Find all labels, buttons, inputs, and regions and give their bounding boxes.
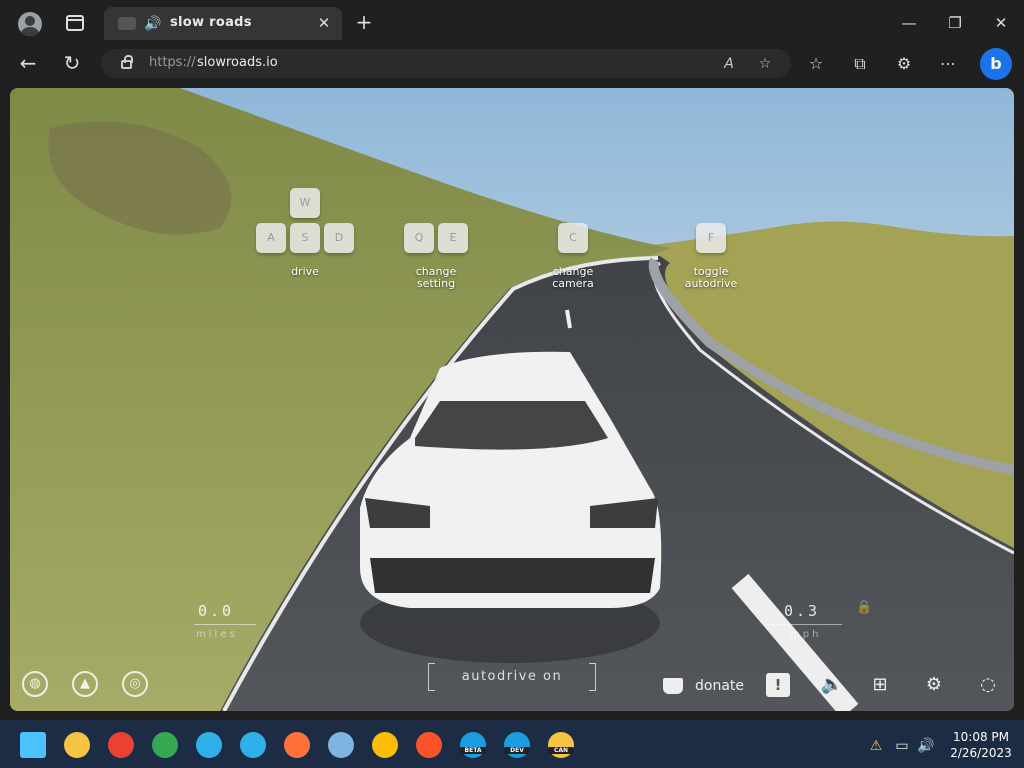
key-s: S: [290, 223, 320, 253]
lock-icon[interactable]: 🔒: [856, 600, 872, 615]
tab-title: slow roads: [170, 15, 252, 30]
star-plus-icon[interactable]: ☆: [755, 54, 775, 74]
speed-value: 0.3: [784, 602, 821, 620]
chrome-icon[interactable]: [372, 732, 398, 758]
back-arrow-icon[interactable]: ←: [16, 51, 40, 75]
app-badge: DEV: [504, 747, 530, 754]
firefox-icon[interactable]: [284, 732, 310, 758]
key-e: E: [438, 223, 468, 253]
key-a: A: [256, 223, 286, 253]
autodrive-status: autodrive on: [428, 663, 596, 691]
speed-unit: mph: [790, 629, 822, 640]
tab-slow-roads[interactable]: 🔊 slow roads ✕: [104, 7, 342, 40]
steering-wheel-icon[interactable]: ◎: [122, 671, 148, 697]
distance-divider: [194, 624, 256, 625]
edge-icon[interactable]: [240, 732, 266, 758]
network-icon[interactable]: ▭: [892, 736, 912, 756]
tab-bar: 🔊 slow roads ✕ + — ❐ ✕: [0, 0, 1024, 46]
fingerprint-icon[interactable]: ◌: [976, 673, 1000, 697]
close-icon[interactable]: ✕: [314, 13, 334, 33]
url-protocol: https://: [149, 55, 196, 70]
close-window-icon[interactable]: ✕: [989, 12, 1013, 34]
profile-icon[interactable]: [18, 12, 42, 36]
browser-chrome: 🔊 slow roads ✕ + — ❐ ✕ ← ↻ https:// slow…: [0, 0, 1024, 88]
clock-time: 10:08 PM: [953, 730, 1009, 744]
edge-canary-icon[interactable]: CAN: [548, 732, 574, 758]
minimize-icon[interactable]: —: [897, 12, 921, 34]
lock-icon[interactable]: [121, 55, 133, 69]
start-icon[interactable]: [20, 732, 46, 758]
speaker-icon[interactable]: 🔊: [144, 15, 162, 33]
app-badge: BETA: [460, 747, 486, 754]
refresh-icon[interactable]: ↻: [60, 51, 84, 75]
more-icon[interactable]: ⋯: [936, 52, 960, 76]
restore-icon[interactable]: ❐: [943, 12, 967, 34]
game-scene: [10, 88, 1014, 711]
key-d: D: [324, 223, 354, 253]
change-setting-label: change setting: [415, 265, 457, 290]
gear-icon[interactable]: ⚙: [922, 673, 946, 697]
key-c: C: [558, 223, 588, 253]
favicon: [118, 17, 136, 30]
car-rear-window: [415, 401, 608, 450]
security-warning-icon[interactable]: ⚠: [866, 736, 886, 756]
photos-icon[interactable]: [328, 732, 354, 758]
read-aloud-icon[interactable]: A: [719, 54, 739, 74]
distance-unit: miles: [196, 629, 238, 640]
clock-date: 2/26/2023: [950, 746, 1012, 760]
globe-icon[interactable]: ◍: [22, 671, 48, 697]
network-icon[interactable]: ⊞: [868, 673, 892, 697]
collections-icon[interactable]: ⧉: [848, 52, 872, 76]
distance-value: 0.0: [198, 602, 235, 620]
edge-dev-icon[interactable]: DEV: [504, 732, 530, 758]
drive-label: drive: [291, 265, 319, 278]
game-viewport[interactable]: W A S D drive Q E change setting C change…: [10, 88, 1014, 711]
key-w: W: [290, 188, 320, 218]
chrome-icon[interactable]: [152, 732, 178, 758]
address-bar[interactable]: https:// slowroads.io A ☆: [101, 49, 791, 78]
plus-icon[interactable]: +: [354, 12, 374, 32]
speaker-icon[interactable]: 🔈: [820, 673, 844, 697]
bing-icon[interactable]: b: [980, 48, 1012, 80]
chrome-icon[interactable]: [108, 732, 134, 758]
key-f: F: [696, 223, 726, 253]
brave-icon[interactable]: [416, 732, 442, 758]
feedback-icon[interactable]: !: [766, 673, 790, 697]
key-q: Q: [404, 223, 434, 253]
landscape-icon[interactable]: ▲: [72, 671, 98, 697]
change-camera-label: change camera: [552, 265, 594, 290]
car-bumper: [370, 558, 655, 593]
tab-actions-icon[interactable]: [66, 15, 84, 31]
toggle-autodrive-label: toggle autodrive: [684, 265, 738, 290]
extensions-icon[interactable]: ⚙: [892, 52, 916, 76]
app-badge: CAN: [548, 747, 574, 754]
speed-divider: [768, 624, 842, 625]
edge-beta-icon[interactable]: BETA: [460, 732, 486, 758]
coffee-cup-icon[interactable]: [663, 678, 683, 694]
edge-icon[interactable]: [196, 732, 222, 758]
file-explorer-icon[interactable]: [64, 732, 90, 758]
favorites-icon[interactable]: ☆: [804, 52, 828, 76]
clock[interactable]: 10:08 PM 2/26/2023: [944, 729, 1018, 761]
url-host: slowroads.io: [197, 55, 278, 70]
donate-button[interactable]: donate: [695, 674, 744, 698]
volume-icon[interactable]: 🔊: [916, 736, 936, 756]
